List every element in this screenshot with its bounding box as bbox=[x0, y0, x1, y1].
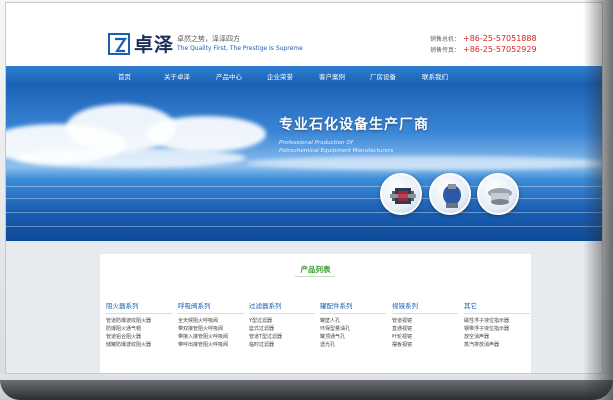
column-heading[interactable]: 阻火器系列 bbox=[106, 300, 172, 314]
product-link[interactable]: 临时过滤器 bbox=[249, 341, 315, 349]
product-link[interactable]: 管道视镜 bbox=[392, 317, 458, 325]
title-divider bbox=[295, 276, 335, 277]
column-heading[interactable]: 呼吸阀系列 bbox=[178, 300, 244, 314]
product-list-title: 产品列表 bbox=[300, 265, 331, 274]
product-link[interactable]: 磁性浮子液位指示器 bbox=[464, 317, 530, 325]
product-link[interactable]: 防爆阻火通气帽 bbox=[106, 325, 172, 333]
column-heading[interactable]: 过滤器系列 bbox=[249, 300, 315, 314]
product-thumb-vent-cap[interactable] bbox=[477, 173, 519, 215]
sales-fax: 销售传真： +86-25-57052929 bbox=[430, 45, 537, 54]
product-link[interactable]: 篮式过滤器 bbox=[249, 325, 315, 333]
logo-name[interactable]: 卓泽 bbox=[134, 30, 174, 57]
nav-item-home[interactable]: 首页 bbox=[118, 71, 131, 81]
monitor-base bbox=[0, 380, 613, 400]
product-thumb-breather-valve[interactable] bbox=[429, 173, 471, 215]
sales-fax-number: +86-25-57052929 bbox=[463, 45, 537, 54]
product-link[interactable]: 罐壁人孔 bbox=[320, 317, 386, 325]
product-column-others: 其它 磁性浮子液位指示器 钢带浮子液位指示器 放空消声器 蒸汽排放消声器 bbox=[464, 300, 530, 349]
nav-item-products[interactable]: 产品中心 bbox=[216, 71, 242, 81]
nav-item-facilities[interactable]: 厂房设备 bbox=[370, 71, 396, 81]
product-link[interactable]: 管道防爆波纹阻火器 bbox=[106, 317, 172, 325]
banner-pagination bbox=[292, 234, 310, 241]
product-column-tank-fittings: 罐配件系列 罐壁人孔 环保型量油孔 罐顶通气孔 透光孔 bbox=[320, 300, 386, 349]
vent-cap-icon bbox=[488, 188, 512, 205]
slogan-english: The Quality First, The Prestige Is Supre… bbox=[177, 45, 303, 52]
product-link[interactable]: 环保型量油孔 bbox=[320, 325, 386, 333]
water-ripple bbox=[6, 212, 602, 213]
column-heading[interactable]: 罐配件系列 bbox=[320, 300, 386, 314]
product-column-breather-valve: 呼吸阀系列 全天候阻火呼吸阀 带双接管阻火呼吸阀 带接入接管阻火呼吸阀 带呼出接… bbox=[178, 300, 244, 349]
site-header: 卓泽 卓然之势，泽泽四方 The Quality First, The Pres… bbox=[6, 3, 602, 66]
product-link[interactable]: 直通视镜 bbox=[392, 325, 458, 333]
monitor-edge-shadow bbox=[583, 0, 613, 400]
product-link[interactable]: 放空消声器 bbox=[464, 333, 530, 341]
product-link[interactable]: 摆板视镜 bbox=[392, 341, 458, 349]
cloud-shape bbox=[146, 116, 266, 152]
nav-item-about[interactable]: 关于卓泽 bbox=[164, 71, 190, 81]
product-link[interactable]: 钢带浮子液位指示器 bbox=[464, 325, 530, 333]
sales-phone-label: 销售总机： bbox=[430, 36, 461, 43]
main-nav: 首页 关于卓泽 产品中心 企业荣誉 客户案例 厂房设备 联系我们 bbox=[6, 66, 602, 86]
product-list-panel: 产品列表 阻火器系列 管道防爆波纹阻火器 防爆阻火通气帽 管道铝合阻火器 储罐防… bbox=[100, 254, 531, 373]
product-link[interactable]: 带接入接管阻火呼吸阀 bbox=[178, 333, 244, 341]
browser-screen: 卓泽 卓然之势，泽泽四方 The Quality First, The Pres… bbox=[5, 2, 603, 374]
sales-fax-label: 销售传真： bbox=[430, 47, 461, 54]
product-column-filter: 过滤器系列 Y型过滤器 篮式过滤器 管道T型过滤器 临时过滤器 bbox=[249, 300, 315, 349]
product-link[interactable]: 管道T型过滤器 bbox=[249, 333, 315, 341]
cloud-shape bbox=[246, 156, 602, 170]
product-thumb-flame-arrester[interactable] bbox=[380, 173, 422, 215]
cloud-shape bbox=[16, 148, 246, 168]
flame-arrester-icon bbox=[390, 188, 416, 204]
column-heading[interactable]: 视镜系列 bbox=[392, 300, 458, 314]
sales-phone: 销售总机： +86-25-57051888 bbox=[430, 34, 537, 43]
hero-banner[interactable]: 专业石化设备生产厂商 Professional Production Of Pe… bbox=[6, 86, 602, 241]
logo-icon[interactable] bbox=[108, 33, 130, 55]
banner-subtitle-line2: Petrochemical Equipment Manufacturers bbox=[279, 148, 394, 154]
product-link[interactable]: Y型过滤器 bbox=[249, 317, 315, 325]
column-heading[interactable]: 其它 bbox=[464, 300, 530, 314]
sales-phone-number: +86-25-57051888 bbox=[463, 34, 537, 43]
product-column-sight-glass: 视镜系列 管道视镜 直通视镜 叶轮视镜 摆板视镜 bbox=[392, 300, 458, 349]
nav-item-contact[interactable]: 联系我们 bbox=[422, 71, 448, 81]
breather-valve-icon bbox=[443, 184, 461, 208]
product-link[interactable]: 带双接管阻火呼吸阀 bbox=[178, 325, 244, 333]
product-link[interactable]: 罐顶通气孔 bbox=[320, 333, 386, 341]
product-link[interactable]: 透光孔 bbox=[320, 341, 386, 349]
banner-title: 专业石化设备生产厂商 bbox=[279, 117, 429, 133]
product-link[interactable]: 全天候阻火呼吸阀 bbox=[178, 317, 244, 325]
nav-item-cases[interactable]: 客户案例 bbox=[319, 71, 345, 81]
monitor-frame: 卓泽 卓然之势，泽泽四方 The Quality First, The Pres… bbox=[0, 0, 613, 400]
banner-subtitle-line1: Professional Production Of bbox=[279, 140, 353, 146]
product-link[interactable]: 叶轮视镜 bbox=[392, 333, 458, 341]
product-link[interactable]: 储罐防爆波纹阻火器 bbox=[106, 341, 172, 349]
water-ripple bbox=[6, 226, 602, 227]
product-link[interactable]: 带呼出接管阻火呼吸阀 bbox=[178, 341, 244, 349]
nav-item-honors[interactable]: 企业荣誉 bbox=[267, 71, 293, 81]
product-column-flame-arrester: 阻火器系列 管道防爆波纹阻火器 防爆阻火通气帽 管道铝合阻火器 储罐防爆波纹阻火… bbox=[106, 300, 172, 349]
product-link[interactable]: 蒸汽排放消声器 bbox=[464, 341, 530, 349]
product-link[interactable]: 管道铝合阻火器 bbox=[106, 333, 172, 341]
slogan-chinese: 卓然之势，泽泽四方 bbox=[177, 35, 240, 43]
